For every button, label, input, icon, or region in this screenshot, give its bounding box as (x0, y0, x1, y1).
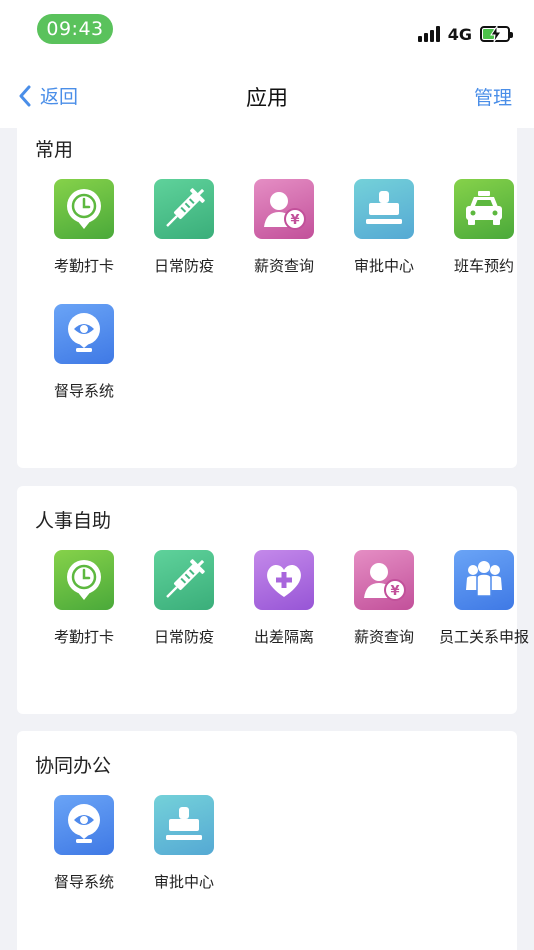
app-label: 考勤打卡 (53, 628, 114, 646)
eye-pin-icon (54, 304, 114, 364)
nav-bar: 返回 应用 管理 (0, 62, 534, 128)
app-salary-person[interactable]: ¥ 薪资查询 (334, 550, 434, 650)
salary-person-icon: ¥ (354, 550, 414, 610)
page-title: 应用 (246, 86, 288, 110)
svg-text:¥: ¥ (290, 213, 299, 228)
app-label: 审批中心 (153, 873, 214, 891)
section-title: 协同办公 (35, 755, 112, 777)
app-label: 督导系统 (53, 873, 114, 891)
clock-pin-icon (54, 550, 114, 610)
heart-plus-icon (254, 550, 314, 610)
app-stamp[interactable]: 审批中心 (334, 179, 434, 279)
app-label: 日常防疫 (153, 628, 214, 646)
section-common: 常用 考勤打卡 日常防疫 ¥ 薪资查询 审批中心 班车预约督导系统 (17, 125, 517, 468)
section-title: 人事自助 (35, 510, 112, 532)
app-label: 班车预约 (453, 257, 514, 275)
taxi-icon (454, 179, 514, 239)
app-label: 督导系统 (53, 382, 114, 400)
clock-pin-icon (54, 179, 114, 239)
app-label: 员工关系申报 (438, 628, 529, 646)
status-indicators: 4G (417, 23, 513, 45)
signal-icon (417, 26, 440, 42)
manage-button[interactable]: 管理 (474, 83, 512, 110)
app-heart-plus[interactable]: 出差隔离 (234, 550, 334, 650)
status-bar: 09:43 4G (0, 0, 534, 62)
app-salary-person[interactable]: ¥ 薪资查询 (234, 179, 334, 279)
syringe-icon (154, 550, 214, 610)
app-label: 考勤打卡 (53, 257, 114, 275)
svg-text:¥: ¥ (390, 584, 399, 599)
app-people-group[interactable]: 员工关系申报 (434, 550, 534, 650)
section-title: 常用 (35, 139, 74, 161)
app-label: 日常防疫 (153, 257, 214, 275)
syringe-icon (154, 179, 214, 239)
app-label: 薪资查询 (253, 257, 314, 275)
stamp-icon (154, 795, 214, 855)
app-syringe[interactable]: 日常防疫 (134, 179, 234, 279)
eye-pin-icon (54, 795, 114, 855)
app-label: 审批中心 (353, 257, 414, 275)
app-stamp[interactable]: 审批中心 (134, 795, 234, 895)
network-type: 4G (447, 24, 472, 44)
status-time: 09:43 (37, 14, 113, 44)
app-eye-pin[interactable]: 督导系统 (34, 304, 134, 404)
battery-icon (480, 26, 513, 42)
section-collaboration: 协同办公 督导系统 审批中心 (17, 731, 517, 950)
app-clock-pin[interactable]: 考勤打卡 (34, 550, 134, 650)
app-syringe[interactable]: 日常防疫 (134, 550, 234, 650)
section-hr-self-service: 人事自助 考勤打卡 日常防疫 出差隔离 ¥ 薪资查询 员工关系申报 (17, 486, 529, 714)
app-label: 出差隔离 (253, 628, 314, 646)
app-label: 薪资查询 (353, 628, 414, 646)
app-clock-pin[interactable]: 考勤打卡 (34, 179, 134, 279)
stamp-icon (354, 179, 414, 239)
salary-person-icon: ¥ (254, 179, 314, 239)
app-eye-pin[interactable]: 督导系统 (34, 795, 134, 895)
app-taxi[interactable]: 班车预约 (434, 179, 534, 279)
people-group-icon (454, 550, 514, 610)
